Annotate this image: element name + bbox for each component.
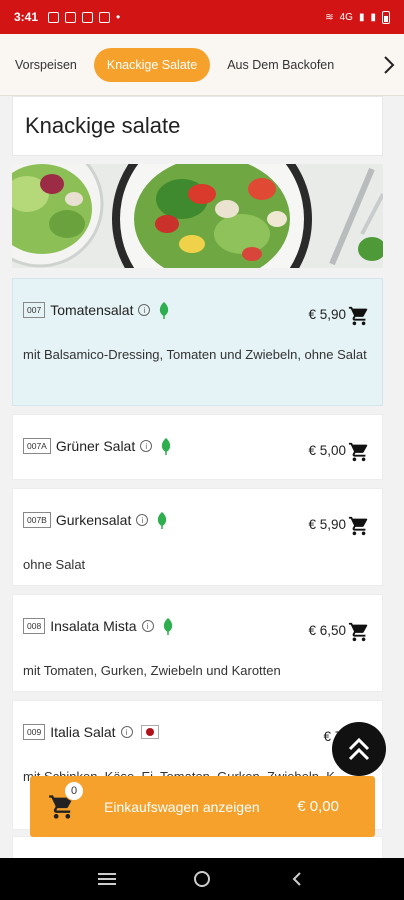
section-title: Knackige salate bbox=[25, 113, 181, 138]
menu-item-header: 009 Italia Salat i bbox=[23, 721, 159, 743]
home-circle-icon bbox=[193, 871, 210, 887]
menu-item[interactable]: 007 Tomatensalat i € 5,90 mit Balsamico-… bbox=[12, 278, 383, 406]
item-name: Grüner Salat bbox=[55, 438, 136, 454]
leaf-icon bbox=[162, 437, 171, 455]
item-description: ohne Salat bbox=[23, 557, 86, 572]
signal-icon: ▮ bbox=[370, 11, 376, 23]
view-cart-button[interactable]: 0 Einkaufswagen anzeigen € 0,00 bbox=[30, 776, 375, 837]
menu-item-header: 007 Tomatensalat i bbox=[23, 299, 170, 321]
cart-label: Einkaufswagen anzeigen bbox=[104, 798, 260, 815]
cart-total: € 0,00 bbox=[297, 798, 339, 815]
recent-apps-button[interactable] bbox=[95, 867, 119, 891]
tab-knackige-salate[interactable]: Knackige Salate bbox=[93, 47, 211, 82]
item-name: Gurkensalat bbox=[55, 512, 132, 528]
item-price: € 5,00 bbox=[308, 443, 346, 458]
item-name: Tomatensalat bbox=[50, 302, 134, 318]
signal-icon: ▮ bbox=[358, 11, 365, 23]
scroll-to-top-button[interactable] bbox=[332, 722, 386, 776]
info-icon[interactable]: i bbox=[141, 620, 154, 632]
notification-icon bbox=[82, 11, 94, 23]
flag-icon bbox=[140, 725, 159, 739]
info-icon[interactable]: i bbox=[120, 726, 133, 738]
back-button[interactable] bbox=[285, 867, 309, 891]
item-description: mit Tomaten, Gurken, Zwiebeln und Karott… bbox=[23, 663, 281, 678]
tab-aus-dem-backofen[interactable]: Aus Dem Backofen bbox=[218, 48, 343, 82]
add-to-cart-icon[interactable] bbox=[348, 515, 370, 537]
item-price: € 6,50 bbox=[308, 623, 346, 638]
notification-icons: • bbox=[48, 10, 120, 24]
network-label: 4G bbox=[339, 11, 353, 23]
chevron-right-icon bbox=[384, 55, 395, 74]
item-description: mit Balsamico-Dressing, Tomaten und Zwie… bbox=[23, 347, 367, 362]
menu-item-header: 007A Grüner Salat i bbox=[23, 435, 172, 457]
item-code: 007B bbox=[23, 511, 51, 529]
menu-item[interactable]: 008 Insalata Mista i € 6,50 mit Tomaten,… bbox=[12, 594, 383, 692]
add-to-cart-icon[interactable] bbox=[348, 305, 370, 327]
menu-item[interactable]: 007A Grüner Salat i € 5,00 bbox=[12, 414, 383, 480]
system-nav-bar bbox=[0, 858, 404, 900]
item-code: 007A bbox=[23, 437, 51, 455]
dot-icon: • bbox=[116, 10, 121, 24]
info-icon[interactable]: i bbox=[136, 514, 149, 526]
item-price: € 5,90 bbox=[308, 307, 346, 322]
back-chevron-icon bbox=[292, 872, 301, 886]
item-code: 008 bbox=[23, 617, 46, 635]
menu-icon bbox=[98, 873, 117, 885]
menu-item-header: 008 Insalata Mista i bbox=[23, 615, 174, 637]
cart: 0 bbox=[48, 780, 84, 821]
tabs-next-button[interactable] bbox=[374, 34, 404, 95]
add-to-cart-icon[interactable] bbox=[348, 441, 370, 463]
salad-banner-image bbox=[12, 164, 383, 268]
info-icon[interactable]: i bbox=[140, 440, 153, 452]
item-code: 007 bbox=[23, 301, 46, 319]
info-icon[interactable]: i bbox=[138, 304, 151, 316]
status-time: 3:41 bbox=[14, 10, 39, 24]
home-button[interactable] bbox=[190, 867, 214, 891]
leaf-icon bbox=[158, 511, 167, 529]
leaf-icon bbox=[163, 617, 172, 635]
menu-item[interactable] bbox=[12, 836, 383, 858]
battery-icon bbox=[382, 10, 390, 24]
cart-count-badge: 0 bbox=[64, 780, 84, 801]
tab-vorspeisen[interactable]: Vorspeisen bbox=[6, 48, 86, 82]
system-icons: ≋ 4G ▮ ▮ bbox=[325, 10, 390, 24]
add-to-cart-icon[interactable] bbox=[348, 621, 370, 643]
category-tabs: Vorspeisen Knackige Salate Aus Dem Backo… bbox=[0, 34, 404, 96]
status-bar: 3:41 • ≋ 4G ▮ ▮ bbox=[0, 0, 404, 34]
notification-icon bbox=[99, 11, 111, 23]
section-header: Knackige salate bbox=[12, 96, 383, 156]
item-name: Insalata Mista bbox=[50, 618, 137, 634]
item-code: 009 bbox=[23, 723, 46, 741]
leaf-icon bbox=[160, 301, 169, 319]
menu-item[interactable]: 007B Gurkensalat i € 5,90 ohne Salat bbox=[12, 488, 383, 586]
double-chevron-up-icon bbox=[348, 737, 370, 761]
notification-icon bbox=[48, 11, 60, 23]
mail-icon bbox=[65, 11, 77, 23]
wifi-icon: ≋ bbox=[325, 11, 334, 23]
item-price: € 5,90 bbox=[308, 517, 346, 532]
menu-item-header: 007B Gurkensalat i bbox=[23, 509, 168, 531]
item-name: Italia Salat bbox=[50, 724, 116, 740]
